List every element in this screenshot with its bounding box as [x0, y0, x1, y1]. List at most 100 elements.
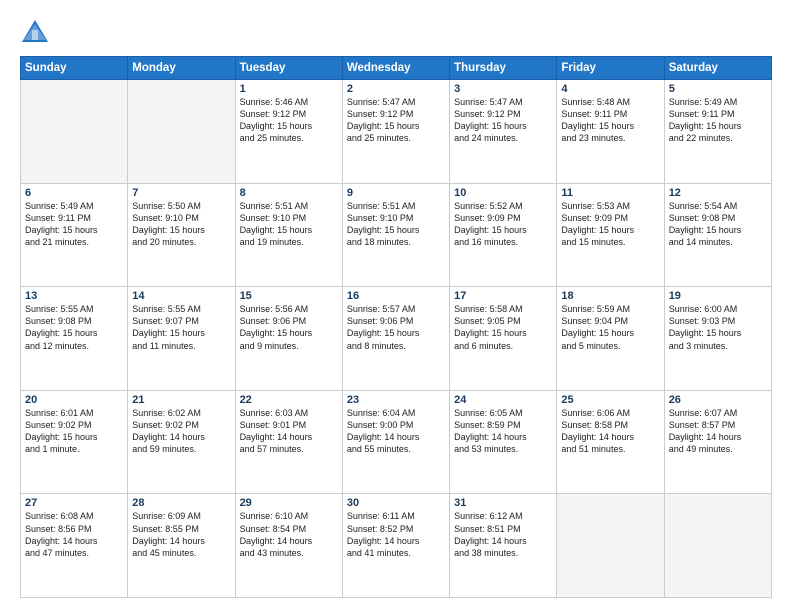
cell-info: Sunrise: 5:56 AM Sunset: 9:06 PM Dayligh… — [240, 303, 338, 352]
day-number: 18 — [561, 290, 659, 302]
day-number: 25 — [561, 394, 659, 406]
calendar-cell — [21, 80, 128, 184]
calendar-cell — [128, 80, 235, 184]
cell-info: Sunrise: 6:03 AM Sunset: 9:01 PM Dayligh… — [240, 407, 338, 456]
day-number: 30 — [347, 497, 445, 509]
calendar-cell: 10Sunrise: 5:52 AM Sunset: 9:09 PM Dayli… — [450, 183, 557, 287]
header — [20, 18, 772, 46]
calendar-cell: 15Sunrise: 5:56 AM Sunset: 9:06 PM Dayli… — [235, 287, 342, 391]
calendar-cell: 28Sunrise: 6:09 AM Sunset: 8:55 PM Dayli… — [128, 494, 235, 598]
calendar-cell: 6Sunrise: 5:49 AM Sunset: 9:11 PM Daylig… — [21, 183, 128, 287]
calendar-cell: 24Sunrise: 6:05 AM Sunset: 8:59 PM Dayli… — [450, 390, 557, 494]
weekday-row: SundayMondayTuesdayWednesdayThursdayFrid… — [21, 57, 772, 80]
day-number: 22 — [240, 394, 338, 406]
calendar-cell — [557, 494, 664, 598]
cell-info: Sunrise: 6:05 AM Sunset: 8:59 PM Dayligh… — [454, 407, 552, 456]
calendar-cell — [664, 494, 771, 598]
cell-info: Sunrise: 5:58 AM Sunset: 9:05 PM Dayligh… — [454, 303, 552, 352]
day-number: 8 — [240, 187, 338, 199]
calendar-cell: 30Sunrise: 6:11 AM Sunset: 8:52 PM Dayli… — [342, 494, 449, 598]
calendar-body: 1Sunrise: 5:46 AM Sunset: 9:12 PM Daylig… — [21, 80, 772, 598]
calendar-week-0: 1Sunrise: 5:46 AM Sunset: 9:12 PM Daylig… — [21, 80, 772, 184]
calendar-cell: 17Sunrise: 5:58 AM Sunset: 9:05 PM Dayli… — [450, 287, 557, 391]
calendar-cell: 19Sunrise: 6:00 AM Sunset: 9:03 PM Dayli… — [664, 287, 771, 391]
calendar-cell: 16Sunrise: 5:57 AM Sunset: 9:06 PM Dayli… — [342, 287, 449, 391]
cell-info: Sunrise: 5:48 AM Sunset: 9:11 PM Dayligh… — [561, 96, 659, 145]
day-number: 2 — [347, 83, 445, 95]
day-number: 11 — [561, 187, 659, 199]
day-number: 14 — [132, 290, 230, 302]
calendar-cell: 2Sunrise: 5:47 AM Sunset: 9:12 PM Daylig… — [342, 80, 449, 184]
cell-info: Sunrise: 5:55 AM Sunset: 9:08 PM Dayligh… — [25, 303, 123, 352]
cell-info: Sunrise: 6:08 AM Sunset: 8:56 PM Dayligh… — [25, 510, 123, 559]
day-number: 17 — [454, 290, 552, 302]
cell-info: Sunrise: 5:54 AM Sunset: 9:08 PM Dayligh… — [669, 200, 767, 249]
calendar-cell: 4Sunrise: 5:48 AM Sunset: 9:11 PM Daylig… — [557, 80, 664, 184]
cell-info: Sunrise: 5:51 AM Sunset: 9:10 PM Dayligh… — [240, 200, 338, 249]
calendar-cell: 29Sunrise: 6:10 AM Sunset: 8:54 PM Dayli… — [235, 494, 342, 598]
calendar-cell: 14Sunrise: 5:55 AM Sunset: 9:07 PM Dayli… — [128, 287, 235, 391]
day-number: 5 — [669, 83, 767, 95]
day-number: 20 — [25, 394, 123, 406]
day-number: 29 — [240, 497, 338, 509]
day-number: 12 — [669, 187, 767, 199]
day-number: 16 — [347, 290, 445, 302]
day-number: 6 — [25, 187, 123, 199]
page: SundayMondayTuesdayWednesdayThursdayFrid… — [0, 0, 792, 612]
day-number: 21 — [132, 394, 230, 406]
cell-info: Sunrise: 6:00 AM Sunset: 9:03 PM Dayligh… — [669, 303, 767, 352]
day-number: 23 — [347, 394, 445, 406]
day-number: 10 — [454, 187, 552, 199]
cell-info: Sunrise: 5:52 AM Sunset: 9:09 PM Dayligh… — [454, 200, 552, 249]
cell-info: Sunrise: 5:53 AM Sunset: 9:09 PM Dayligh… — [561, 200, 659, 249]
cell-info: Sunrise: 6:07 AM Sunset: 8:57 PM Dayligh… — [669, 407, 767, 456]
weekday-header-thursday: Thursday — [450, 57, 557, 80]
day-number: 27 — [25, 497, 123, 509]
calendar-header: SundayMondayTuesdayWednesdayThursdayFrid… — [21, 57, 772, 80]
calendar-cell: 31Sunrise: 6:12 AM Sunset: 8:51 PM Dayli… — [450, 494, 557, 598]
day-number: 19 — [669, 290, 767, 302]
cell-info: Sunrise: 5:47 AM Sunset: 9:12 PM Dayligh… — [347, 96, 445, 145]
weekday-header-sunday: Sunday — [21, 57, 128, 80]
cell-info: Sunrise: 6:04 AM Sunset: 9:00 PM Dayligh… — [347, 407, 445, 456]
calendar-week-1: 6Sunrise: 5:49 AM Sunset: 9:11 PM Daylig… — [21, 183, 772, 287]
cell-info: Sunrise: 5:46 AM Sunset: 9:12 PM Dayligh… — [240, 96, 338, 145]
weekday-header-friday: Friday — [557, 57, 664, 80]
calendar-cell: 8Sunrise: 5:51 AM Sunset: 9:10 PM Daylig… — [235, 183, 342, 287]
calendar-cell: 9Sunrise: 5:51 AM Sunset: 9:10 PM Daylig… — [342, 183, 449, 287]
day-number: 13 — [25, 290, 123, 302]
calendar-cell: 27Sunrise: 6:08 AM Sunset: 8:56 PM Dayli… — [21, 494, 128, 598]
cell-info: Sunrise: 5:55 AM Sunset: 9:07 PM Dayligh… — [132, 303, 230, 352]
day-number: 1 — [240, 83, 338, 95]
calendar-cell: 11Sunrise: 5:53 AM Sunset: 9:09 PM Dayli… — [557, 183, 664, 287]
calendar-cell: 21Sunrise: 6:02 AM Sunset: 9:02 PM Dayli… — [128, 390, 235, 494]
calendar-week-3: 20Sunrise: 6:01 AM Sunset: 9:02 PM Dayli… — [21, 390, 772, 494]
cell-info: Sunrise: 6:09 AM Sunset: 8:55 PM Dayligh… — [132, 510, 230, 559]
cell-info: Sunrise: 5:47 AM Sunset: 9:12 PM Dayligh… — [454, 96, 552, 145]
calendar-cell: 1Sunrise: 5:46 AM Sunset: 9:12 PM Daylig… — [235, 80, 342, 184]
cell-info: Sunrise: 6:11 AM Sunset: 8:52 PM Dayligh… — [347, 510, 445, 559]
calendar-cell: 12Sunrise: 5:54 AM Sunset: 9:08 PM Dayli… — [664, 183, 771, 287]
cell-info: Sunrise: 6:10 AM Sunset: 8:54 PM Dayligh… — [240, 510, 338, 559]
logo — [20, 18, 54, 46]
calendar-cell: 13Sunrise: 5:55 AM Sunset: 9:08 PM Dayli… — [21, 287, 128, 391]
weekday-header-monday: Monday — [128, 57, 235, 80]
cell-info: Sunrise: 5:51 AM Sunset: 9:10 PM Dayligh… — [347, 200, 445, 249]
day-number: 31 — [454, 497, 552, 509]
day-number: 9 — [347, 187, 445, 199]
day-number: 24 — [454, 394, 552, 406]
cell-info: Sunrise: 6:06 AM Sunset: 8:58 PM Dayligh… — [561, 407, 659, 456]
calendar-cell: 20Sunrise: 6:01 AM Sunset: 9:02 PM Dayli… — [21, 390, 128, 494]
weekday-header-tuesday: Tuesday — [235, 57, 342, 80]
calendar-cell: 25Sunrise: 6:06 AM Sunset: 8:58 PM Dayli… — [557, 390, 664, 494]
cell-info: Sunrise: 5:49 AM Sunset: 9:11 PM Dayligh… — [669, 96, 767, 145]
calendar-cell: 5Sunrise: 5:49 AM Sunset: 9:11 PM Daylig… — [664, 80, 771, 184]
calendar-cell: 7Sunrise: 5:50 AM Sunset: 9:10 PM Daylig… — [128, 183, 235, 287]
cell-info: Sunrise: 5:50 AM Sunset: 9:10 PM Dayligh… — [132, 200, 230, 249]
cell-info: Sunrise: 5:49 AM Sunset: 9:11 PM Dayligh… — [25, 200, 123, 249]
calendar-cell: 26Sunrise: 6:07 AM Sunset: 8:57 PM Dayli… — [664, 390, 771, 494]
cell-info: Sunrise: 5:59 AM Sunset: 9:04 PM Dayligh… — [561, 303, 659, 352]
cell-info: Sunrise: 6:12 AM Sunset: 8:51 PM Dayligh… — [454, 510, 552, 559]
day-number: 15 — [240, 290, 338, 302]
day-number: 4 — [561, 83, 659, 95]
